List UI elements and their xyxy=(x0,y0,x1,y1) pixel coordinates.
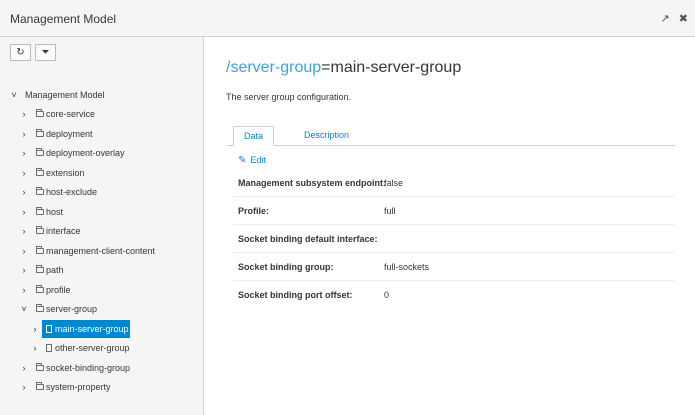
tree-sidebar: ↻ ⏷ ˅ Management Model › core-service › … xyxy=(0,37,204,415)
window-title: Management Model xyxy=(10,12,117,26)
attribute-value: full-sockets xyxy=(384,262,430,272)
chevron-right-icon[interactable]: › xyxy=(20,243,28,260)
chevron-right-icon[interactable]: › xyxy=(31,340,39,357)
tree-item-label: host xyxy=(46,207,64,217)
tree-item-label: path xyxy=(46,265,64,275)
folder-icon xyxy=(36,109,44,117)
tab-data[interactable]: Data xyxy=(233,126,275,146)
page-description: The server group configuration. xyxy=(226,92,352,102)
folder-icon xyxy=(36,382,44,390)
attribute-row: Socket binding default interface: xyxy=(233,225,675,253)
folder-icon xyxy=(36,148,44,156)
page-title: /server-group=main-server-group xyxy=(226,59,461,77)
folder-icon xyxy=(36,187,44,195)
attribute-key: Management subsystem endpoint: xyxy=(238,178,387,188)
tree-item-label: extension xyxy=(46,168,85,178)
folder-icon xyxy=(36,285,44,293)
attribute-key: Profile: xyxy=(238,206,270,216)
refresh-button[interactable]: ↻ xyxy=(10,44,31,61)
tree-item-label: host-exclude xyxy=(46,187,98,197)
attribute-row: Socket binding port offset: 0 xyxy=(233,281,675,309)
folder-icon xyxy=(36,304,44,312)
folder-icon xyxy=(36,129,44,137)
chevron-right-icon[interactable]: › xyxy=(20,165,28,182)
chevron-right-icon[interactable]: › xyxy=(20,145,28,162)
tree-root-label: Management Model xyxy=(25,90,105,100)
expand-icon[interactable]: ↗ xyxy=(661,13,670,25)
tree-item-label: core-service xyxy=(46,109,96,119)
chevron-right-icon[interactable]: › xyxy=(20,282,28,299)
close-icon[interactable]: ✖ xyxy=(679,13,688,25)
folder-icon xyxy=(36,168,44,176)
tree-item-label: other-server-group xyxy=(55,343,130,353)
chevron-right-icon[interactable]: › xyxy=(20,126,28,143)
attribute-key: Socket binding port offset: xyxy=(238,290,353,300)
tree-item-label: profile xyxy=(46,285,71,295)
chevron-right-icon[interactable]: › xyxy=(20,184,28,201)
edit-link[interactable]: ✎ Edit xyxy=(238,155,266,166)
file-icon xyxy=(46,325,52,333)
tab-description[interactable]: Description xyxy=(294,126,359,146)
pencil-icon: ✎ xyxy=(238,155,247,166)
attribute-value: full xyxy=(384,206,396,216)
attribute-key: Socket binding group: xyxy=(238,262,334,272)
attribute-key: Socket binding default interface: xyxy=(238,234,378,244)
attribute-value: false xyxy=(384,178,404,188)
title-suffix: =main-server-group xyxy=(321,59,462,76)
chevron-right-icon[interactable]: › xyxy=(20,262,28,279)
filter-icon: ⏷ xyxy=(41,47,50,58)
tree-item-main-server-group[interactable]: › main-server-group xyxy=(0,320,135,338)
chevron-right-icon[interactable]: › xyxy=(31,321,39,338)
folder-icon xyxy=(36,207,44,215)
chevron-right-icon[interactable]: › xyxy=(20,223,28,240)
filter-button[interactable]: ⏷ xyxy=(35,44,56,61)
folder-icon xyxy=(36,265,44,273)
chevron-down-icon[interactable]: ˅ xyxy=(20,301,28,318)
tree-item-label: management-client-content xyxy=(46,246,156,256)
chevron-right-icon[interactable]: › xyxy=(20,204,28,221)
refresh-icon: ↻ xyxy=(16,47,25,58)
edit-label: Edit xyxy=(250,155,266,165)
tree-item-label: main-server-group xyxy=(55,324,129,334)
attribute-value: 0 xyxy=(384,290,390,300)
chevron-right-icon[interactable]: › xyxy=(20,106,28,123)
tree-item-label: server-group xyxy=(46,304,98,314)
folder-icon xyxy=(36,363,44,371)
attributes-table: Management subsystem endpoint: false Pro… xyxy=(233,169,675,309)
tree-item-label: system-property xyxy=(46,382,111,392)
tree-item-label: deployment-overlay xyxy=(46,148,125,158)
file-icon xyxy=(46,344,52,352)
tree-item-label: socket-binding-group xyxy=(46,363,131,373)
tab-bar: Data Description xyxy=(227,126,675,146)
folder-icon xyxy=(36,246,44,254)
window-controls: ↗ ✖ xyxy=(655,12,689,25)
attribute-row: Socket binding group: full-sockets xyxy=(233,253,675,281)
attribute-row: Profile: full xyxy=(233,197,675,225)
folder-icon xyxy=(36,226,44,234)
chevron-down-icon[interactable]: ˅ xyxy=(10,87,18,104)
chevron-right-icon[interactable]: › xyxy=(20,379,28,396)
tree-item-label: deployment xyxy=(46,129,93,139)
window-titlebar: Management Model ↗ ✖ xyxy=(0,0,695,37)
tree-item-label: interface xyxy=(46,226,81,236)
title-segment-link[interactable]: server-group xyxy=(230,59,321,76)
attribute-row: Management subsystem endpoint: false xyxy=(233,169,675,197)
chevron-right-icon[interactable]: › xyxy=(20,360,28,377)
details-panel: /server-group=main-server-group The serv… xyxy=(205,37,695,415)
